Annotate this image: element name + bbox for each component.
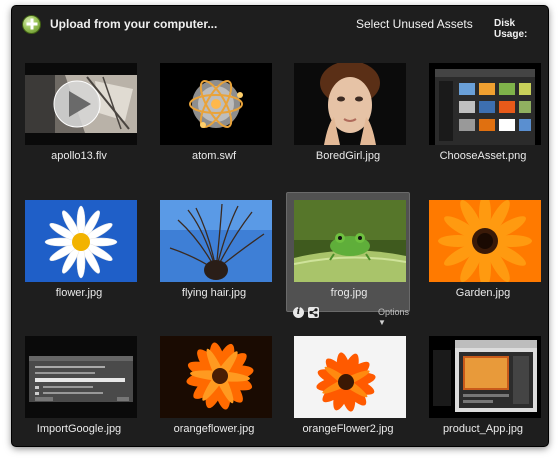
selected-asset-tools: i Options ▼ <box>287 305 417 327</box>
asset-thumbnail <box>294 200 406 282</box>
asset-thumbnail <box>25 200 137 282</box>
asset-browser-window: Upload from your computer... Select Unus… <box>12 6 548 446</box>
asset-filename: ImportGoogle.jpg <box>36 423 122 435</box>
options-menu[interactable]: Options ▼ <box>378 307 417 327</box>
asset-filename: Garden.jpg <box>455 287 511 299</box>
options-label: Options <box>378 307 410 317</box>
asset-filename: flying hair.jpg <box>181 287 247 299</box>
asset-tile[interactable]: product_App.jpg <box>421 328 545 446</box>
plus-icon <box>22 14 41 34</box>
upload-label: Upload from your computer... <box>50 17 218 31</box>
asset-thumbnail <box>25 336 137 418</box>
toolbar: Upload from your computer... Select Unus… <box>12 6 548 40</box>
caret-down-icon: ▼ <box>378 318 386 327</box>
asset-tile[interactable]: ImportGoogle.jpg <box>17 328 141 446</box>
asset-tile-selected[interactable]: frog.jpg i Options ▼ <box>286 192 410 327</box>
upload-button[interactable]: Upload from your computer... <box>22 14 217 34</box>
select-unused-assets-link[interactable]: Select Unused Assets <box>356 17 473 31</box>
asset-tile[interactable]: ChooseAsset.png <box>421 55 545 175</box>
asset-thumbnail <box>429 336 541 418</box>
asset-thumbnail <box>294 63 406 145</box>
asset-thumbnail <box>160 200 272 282</box>
asset-tile[interactable]: flying hair.jpg <box>152 192 276 312</box>
info-icon[interactable]: i <box>293 307 304 318</box>
asset-thumbnail <box>429 200 541 282</box>
asset-tile[interactable]: atom.swf <box>152 55 276 175</box>
asset-filename: orangeFlower2.jpg <box>302 423 394 435</box>
asset-tile[interactable]: orangeflower.jpg <box>152 328 276 446</box>
asset-filename: ChooseAsset.png <box>439 150 527 162</box>
asset-thumbnail <box>160 63 272 145</box>
asset-tile[interactable]: orangeFlower2.jpg <box>286 328 410 446</box>
asset-filename: atom.swf <box>191 150 236 162</box>
asset-filename: flower.jpg <box>55 287 103 299</box>
share-icon[interactable] <box>308 307 319 318</box>
asset-filename: orangeflower.jpg <box>173 423 255 435</box>
disk-usage-label: Disk Usage: <box>494 18 528 40</box>
asset-tile[interactable]: apollo13.flv <box>17 55 141 175</box>
asset-thumbnail <box>160 336 272 418</box>
asset-filename: BoredGirl.jpg <box>315 150 381 162</box>
asset-tile[interactable]: Garden.jpg <box>421 192 545 312</box>
asset-thumbnail <box>294 336 406 418</box>
asset-thumbnail <box>25 63 137 145</box>
asset-tile[interactable]: flower.jpg <box>17 192 141 312</box>
asset-filename: frog.jpg <box>330 287 368 299</box>
asset-thumbnail <box>429 63 541 145</box>
asset-filename: apollo13.flv <box>51 150 107 162</box>
asset-filename: product_App.jpg <box>442 423 524 435</box>
asset-tile[interactable]: BoredGirl.jpg <box>286 55 410 175</box>
